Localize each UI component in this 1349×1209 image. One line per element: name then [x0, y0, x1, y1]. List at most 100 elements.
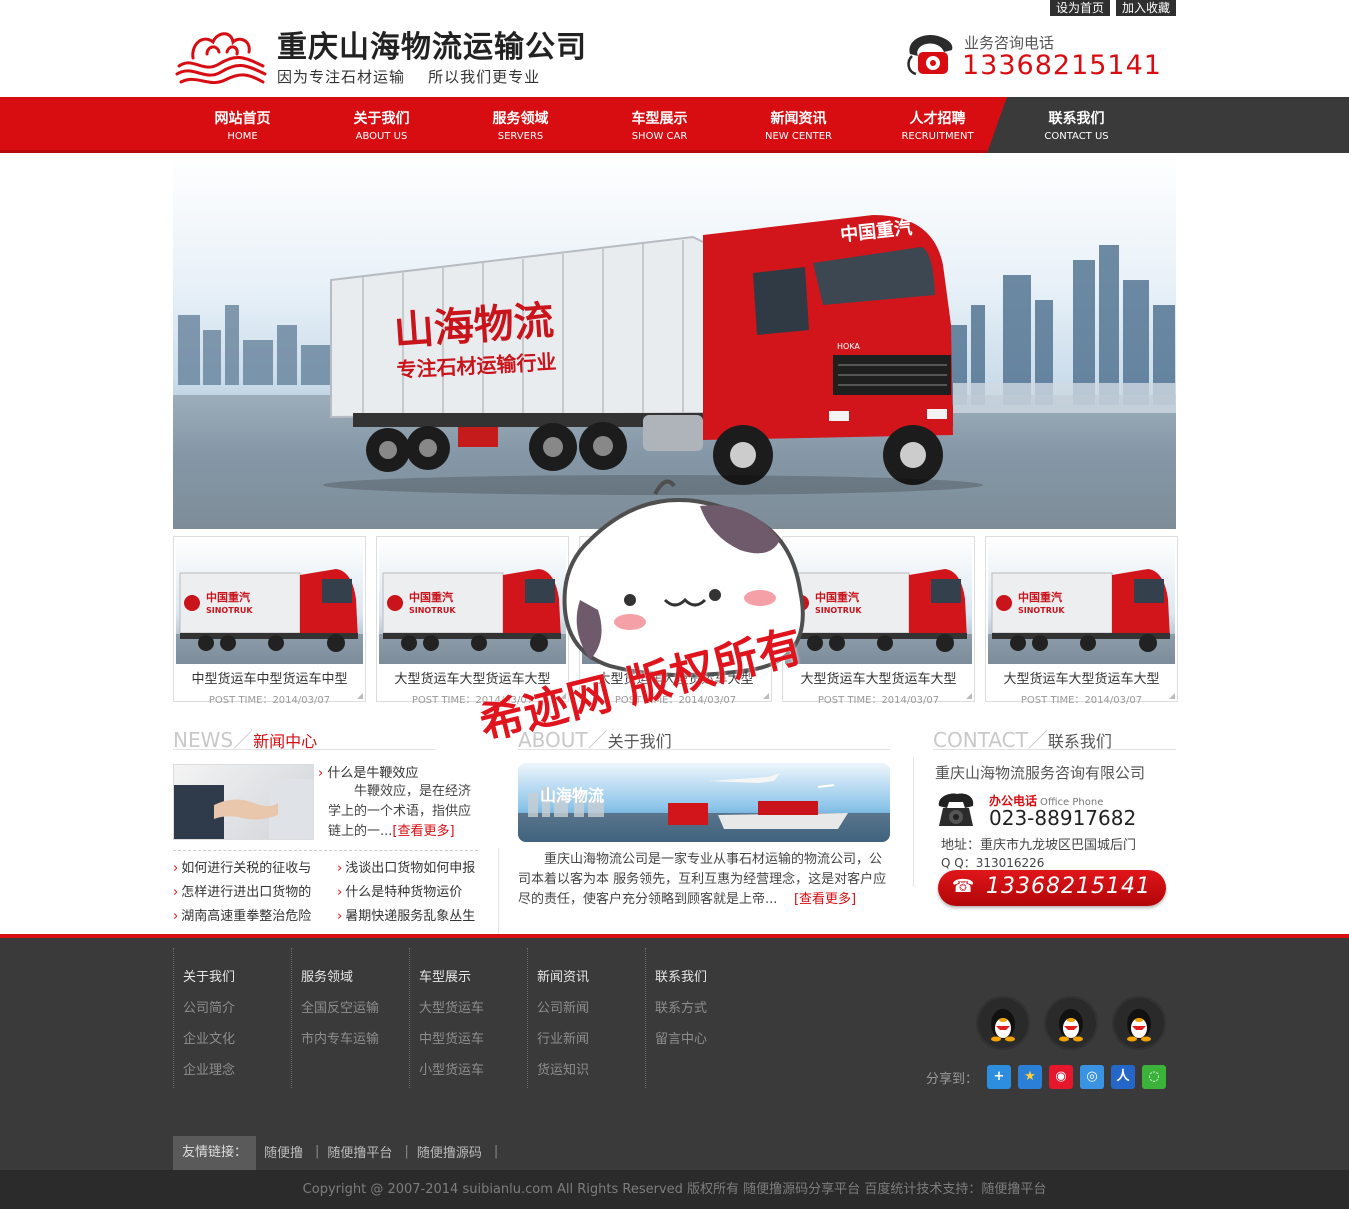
link-separator: | — [404, 1143, 409, 1159]
product-badge-text: 中国重汽 — [815, 590, 859, 604]
news-heading-zh[interactable]: 新闻中心 — [253, 732, 317, 751]
news-list-item[interactable]: 如何进行关税的征收与 — [173, 857, 337, 876]
contact-qq: Q Q：313016226 — [941, 856, 1045, 870]
share-qzone-star-icon[interactable]: ★ — [1018, 1065, 1042, 1089]
footer-link[interactable]: 联系方式 — [655, 997, 763, 1016]
share-wechat-icon[interactable]: ◌ — [1142, 1065, 1166, 1089]
nav-item-contact[interactable]: 联系我们 CONTACT US — [1007, 97, 1146, 142]
product-card[interactable]: 中国重汽 SINOTRUK 大型货运车大型货运车大型 POST TIME：201… — [985, 536, 1178, 706]
share-plus-icon[interactable]: + — [987, 1065, 1011, 1089]
qq-penguin-icon[interactable] — [976, 996, 1030, 1050]
product-title[interactable]: 大型货运车大型货运车大型 — [988, 668, 1175, 687]
footer-link[interactable]: 货运知识 — [537, 1059, 645, 1078]
brand-block: 重庆山海物流运输公司 因为专注石材运输 所以我们更专业 — [277, 30, 587, 87]
add-favorite-link[interactable]: 加入收藏 — [1115, 0, 1176, 16]
hero-banner[interactable]: 山海物流 专注石材运输行业 中国重汽 HOKA — [173, 155, 1176, 529]
footer-link[interactable]: 全国反空运输 — [301, 997, 409, 1016]
footer-col-heading[interactable]: 新闻资讯 — [537, 966, 645, 985]
hotline-button-number: 13368215141 — [986, 874, 1151, 899]
footer-col-vehicles: 车型展示 大型货运车 中型货运车 小型货运车 — [409, 948, 527, 1088]
product-badge-en-text: SINOTRUK — [206, 606, 253, 615]
nav-label: 车型展示 — [631, 111, 688, 127]
qq-contacts — [976, 996, 1166, 1050]
product-title[interactable]: 中型货运车中型货运车中型 — [176, 668, 363, 687]
footer-link[interactable]: 企业理念 — [183, 1059, 291, 1078]
footer-link[interactable]: 市内专车运输 — [301, 1028, 409, 1047]
news-list-item[interactable]: 怎样进行进出口货物的 — [173, 881, 337, 900]
footer-col-heading[interactable]: 关于我们 — [183, 966, 291, 985]
news-list: 如何进行关税的征收与 浅谈出口货物如何申报 怎样进行进出口货物的 什么是特种货物… — [173, 850, 478, 924]
news-list-item[interactable]: 什么是特种货物运价 — [337, 881, 478, 900]
heading-slash: ／ — [1027, 728, 1048, 752]
news-heading: NEWS／新闻中心 — [173, 724, 435, 752]
footer-link[interactable]: 公司新闻 — [537, 997, 645, 1016]
footer-link[interactable]: 中型货运车 — [419, 1028, 527, 1047]
friend-link[interactable]: 随便撸平台 — [327, 1142, 392, 1161]
product-card[interactable]: 中国重汽 SINOTRUK 中型货运车中型货运车中型 POST TIME：201… — [173, 536, 366, 706]
featured-news-summary: 牛鞭效应，是在经济学上的一个术语，指供应链上的一...[查看更多] — [328, 782, 473, 842]
nav-label-en: SERVERS — [497, 131, 544, 142]
logistics-banner-image[interactable]: 山海物流 — [518, 763, 890, 842]
footer-col-heading[interactable]: 联系我们 — [655, 966, 763, 985]
handshake-image[interactable] — [173, 764, 314, 840]
share-weibo-icon[interactable]: ◉ — [1049, 1065, 1073, 1089]
share-renren-icon[interactable]: 人 — [1111, 1065, 1135, 1089]
share-bar: 分享到： + ★ ◉ ◎ 人 ◌ — [926, 1065, 1166, 1089]
about-image-caption: 山海物流 — [540, 786, 604, 805]
product-badge-text: 中国重汽 — [612, 590, 656, 604]
about-summary: 重庆山海物流公司是一家专业从事石材运输的物流公司，公司本着以客为本 服务领先，互… — [518, 850, 890, 910]
footer-col-heading[interactable]: 服务领域 — [301, 966, 409, 985]
nav-item-home[interactable]: 网站首页 HOME — [173, 97, 312, 142]
news-list-item[interactable]: 浅谈出口货物如何申报 — [337, 857, 478, 876]
share-tencent-weibo-icon[interactable]: ◎ — [1080, 1065, 1104, 1089]
top-bar: 设为首页 加入收藏 — [173, 0, 1176, 16]
product-card[interactable]: 中国重汽 SINOTRUK 大型货运车大型货运车大型 POST TIME：201… — [782, 536, 975, 706]
qq-penguin-icon[interactable] — [1044, 996, 1098, 1050]
footer-link[interactable]: 大型货运车 — [419, 997, 527, 1016]
top-links: 设为首页 加入收藏 — [1049, 0, 1176, 16]
link-separator: | — [493, 1143, 499, 1159]
copyright-bar: Copyright @ 2007-2014 suibianlu.com All … — [0, 1170, 1349, 1209]
news-heading-en: NEWS — [173, 728, 234, 752]
footer-link[interactable]: 小型货运车 — [419, 1059, 527, 1078]
footer-link[interactable]: 行业新闻 — [537, 1028, 645, 1047]
nav-label-en: RECRUITMENT — [901, 131, 974, 142]
friend-link[interactable]: 随便撸源码 — [417, 1142, 482, 1161]
nav-label: 新闻资讯 — [770, 111, 827, 127]
about-heading-zh[interactable]: 关于我们 — [608, 732, 672, 751]
product-badge-en-text: SINOTRUK — [409, 606, 456, 615]
footer-col-heading[interactable]: 车型展示 — [419, 966, 527, 985]
news-more-link[interactable]: [查看更多] — [392, 824, 454, 839]
contact-divider — [913, 758, 914, 886]
product-thumbnail: 中国重汽 SINOTRUK — [785, 539, 972, 664]
footer-link[interactable]: 企业文化 — [183, 1028, 291, 1047]
middle-section: NEWS／新闻中心 › 什么是牛鞭效应 牛鞭效应，是在经济学上的一个术语，指供应… — [173, 718, 1176, 936]
nav-label: 服务领域 — [492, 111, 549, 127]
news-list-item[interactable]: 暑期快递服务乱象丛生 — [337, 905, 478, 924]
hotline-button[interactable]: ☎ 13368215141 — [938, 870, 1166, 906]
featured-news-title[interactable]: › 什么是牛鞭效应 — [318, 762, 418, 781]
contact-address: 地址：重庆市九龙坡区巴国城后门 — [941, 838, 1137, 853]
news-list-item[interactable]: 湖南高速重拳整治危险 — [173, 905, 337, 924]
contact-heading-zh[interactable]: 联系我们 — [1048, 732, 1112, 751]
hotline-block: 业务咨询电话 13368215141 — [904, 30, 1176, 82]
nav-item-news[interactable]: 新闻资讯 NEW CENTER — [729, 97, 868, 142]
nav-item-about[interactable]: 关于我们 ABOUT US — [312, 97, 451, 142]
nav-item-servers[interactable]: 服务领域 SERVERS — [451, 97, 590, 142]
footer-link[interactable]: 公司简介 — [183, 997, 291, 1016]
footer-link[interactable]: 留言中心 — [655, 1028, 763, 1047]
product-badge-en-text: SINOTRUK — [612, 606, 659, 615]
set-homepage-link[interactable]: 设为首页 — [1049, 0, 1110, 16]
nav-item-showcar[interactable]: 车型展示 SHOW CAR — [590, 97, 729, 142]
share-label: 分享到： — [925, 1071, 978, 1087]
qq-penguin-icon[interactable] — [1112, 996, 1166, 1050]
red-telephone-icon — [907, 34, 953, 76]
product-title[interactable]: 大型货运车大型货运车大型 — [785, 668, 972, 687]
about-more-link[interactable]: [查看更多] — [794, 892, 856, 907]
nav-item-recruitment[interactable]: 人才招聘 RECRUITMENT — [868, 97, 1007, 142]
link-separator: | — [315, 1143, 320, 1159]
friend-links-label: 友情链接： — [173, 1136, 257, 1170]
friend-link[interactable]: 随便撸 — [264, 1142, 303, 1161]
corner-mark-icon — [1169, 693, 1175, 699]
wave-logo-icon[interactable] — [173, 26, 269, 86]
